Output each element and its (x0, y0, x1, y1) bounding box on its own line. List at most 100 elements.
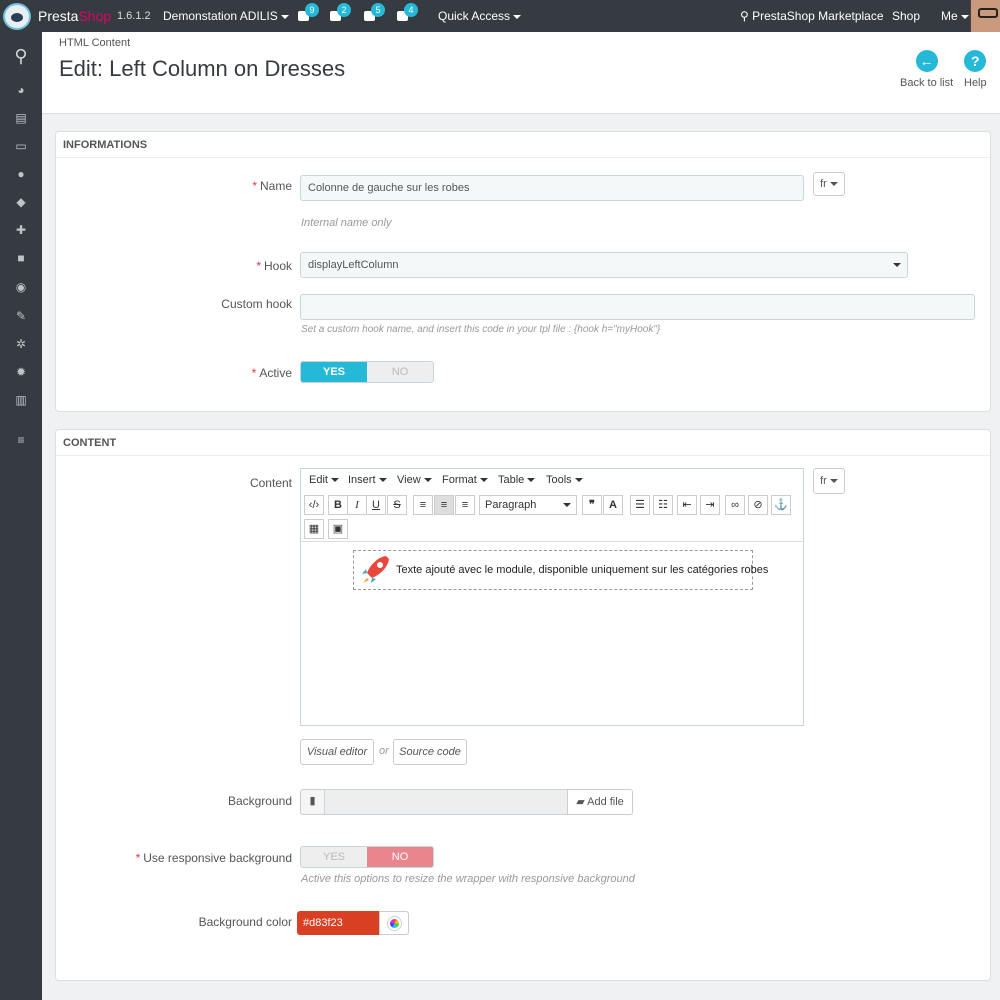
editor-menubar: Edit Insert View Format Table Tools (301, 469, 803, 493)
unlink-icon[interactable]: ⊘ (748, 495, 768, 515)
or-text: or (379, 745, 389, 757)
arrow-left-icon: ← (915, 50, 938, 72)
quick-access-menu[interactable]: Quick Access (438, 0, 522, 32)
hook-select[interactable]: displayLeftColumn (300, 252, 908, 278)
indent-icon[interactable]: ⇥ (700, 495, 720, 515)
custom-hook-field[interactable] (300, 294, 975, 320)
content-panel-title: CONTENT (56, 430, 990, 456)
menu-insert[interactable]: Insert (348, 474, 387, 486)
color-picker-button[interactable] (379, 911, 409, 935)
responsive-background-label-text: Use responsive background (143, 851, 292, 865)
source-code-button[interactable]: Source code (393, 739, 467, 765)
help-button[interactable]: ? Help (964, 50, 987, 89)
shipping-icon[interactable]: ■ (13, 252, 29, 264)
strikethrough-icon[interactable]: S (387, 495, 407, 515)
custom-hook-label: Custom hook (221, 297, 292, 311)
editor-content-area[interactable]: Texte ajouté avec le module, disponible … (301, 541, 803, 725)
marketplace-link[interactable]: ⚲ PrestaShop Marketplace (740, 0, 884, 32)
localization-icon[interactable]: ◉ (13, 281, 29, 293)
menu-icon[interactable]: ≡ (13, 434, 29, 446)
responsive-no-option[interactable]: NO (367, 847, 433, 867)
dashboard-icon[interactable]: ◕ (13, 84, 29, 96)
chevron-down-icon (378, 478, 387, 483)
avatar[interactable] (970, 0, 1000, 32)
folder-icon: ▰ (576, 796, 588, 808)
hook-label: * Hook (96, 259, 292, 273)
visual-editor-button[interactable]: Visual editor (300, 739, 374, 765)
text-color-icon[interactable]: A (603, 495, 623, 515)
italic-icon[interactable]: I (347, 495, 367, 515)
background-file-field[interactable] (324, 789, 568, 815)
brand-part1: Presta (38, 8, 79, 24)
name-help-text: Internal name only (301, 217, 392, 229)
responsive-yes-option[interactable]: YES (301, 847, 367, 867)
advanced-parameters-icon[interactable]: ✲ (13, 338, 29, 350)
chevron-down-icon (829, 479, 838, 484)
add-file-button[interactable]: ▰ Add file (567, 789, 633, 815)
responsive-background-switch[interactable]: YES NO (300, 846, 434, 868)
shop-link[interactable]: Shop (892, 0, 920, 32)
content-language-dropdown[interactable]: fr (813, 468, 845, 494)
numbered-list-icon[interactable]: ☷ (653, 495, 673, 515)
administration-icon[interactable]: ✹ (13, 366, 29, 378)
add-file-label: Add file (587, 796, 624, 808)
search-icon[interactable]: ⚲ (11, 46, 31, 66)
align-right-icon[interactable]: ≡ (455, 495, 475, 515)
video-icon[interactable]: ▦ (304, 519, 324, 539)
active-yes-option[interactable]: YES (301, 362, 367, 382)
bullet-list-icon[interactable]: ☰ (630, 495, 650, 515)
preferences-icon[interactable]: ✎ (13, 310, 29, 322)
chevron-down-icon (563, 503, 571, 507)
outdent-icon[interactable]: ⇤ (677, 495, 697, 515)
name-field[interactable]: Colonne de gauche sur les robes (300, 175, 804, 201)
menu-format[interactable]: Format (442, 474, 488, 486)
background-label: Background (227, 794, 292, 808)
catalog-icon[interactable]: ▤ (13, 112, 29, 124)
hook-value: displayLeftColumn (308, 259, 399, 271)
menu-table-label: Table (498, 474, 525, 486)
modules-icon[interactable]: ✚ (13, 224, 29, 236)
chevron-down-icon (513, 14, 522, 19)
content-panel: CONTENT Content Edit Insert View Format … (55, 429, 991, 981)
source-code-icon[interactable]: ‹/› (304, 495, 324, 515)
align-left-icon[interactable]: ≡ (413, 495, 433, 515)
anchor-icon[interactable]: ⚓ (771, 495, 791, 515)
brand-part2: Shop (78, 8, 112, 24)
menu-view[interactable]: View (397, 474, 432, 486)
align-center-icon[interactable]: ≡ (434, 495, 454, 515)
prestashop-logo-icon[interactable] (3, 3, 31, 30)
rocket-icon (362, 556, 389, 583)
shop-selector[interactable]: Demonstation ADILIS (163, 0, 289, 32)
menu-table[interactable]: Table (498, 474, 536, 486)
blockquote-icon[interactable]: ❞ (582, 495, 602, 515)
bold-icon[interactable]: B (328, 495, 348, 515)
name-language-dropdown[interactable]: fr (813, 172, 845, 196)
back-to-list-label: Back to list (900, 77, 954, 89)
paragraph-format-value: Paragraph (485, 499, 537, 511)
menu-tools[interactable]: Tools (546, 474, 583, 486)
back-to-list-button[interactable]: ← Back to list (900, 50, 953, 89)
customers-icon[interactable]: ● (13, 168, 29, 180)
breadcrumb[interactable]: HTML Content (59, 37, 130, 49)
quick-access-label: Quick Access (438, 9, 511, 23)
stats-icon[interactable]: ▥ (13, 394, 29, 406)
brand-name[interactable]: PrestaShop (38, 0, 111, 32)
active-switch[interactable]: YES NO (300, 361, 434, 383)
embedded-content-block[interactable]: Texte ajouté avec le module, disponible … (353, 550, 768, 590)
background-color-field[interactable]: #d83f23 (297, 911, 379, 935)
required-marker: * (256, 259, 261, 273)
chevron-down-icon (960, 14, 969, 19)
menu-edit[interactable]: Edit (309, 474, 339, 486)
link-icon[interactable]: ∞ (725, 495, 745, 515)
paragraph-format-select[interactable]: Paragraph (479, 495, 577, 515)
orders-icon[interactable]: ▭ (13, 140, 29, 152)
chevron-down-icon (829, 182, 838, 187)
underline-icon[interactable]: U (366, 495, 386, 515)
required-marker: * (252, 179, 257, 193)
page-title: Edit: Left Column on Dresses (59, 56, 346, 81)
price-rules-icon[interactable]: ◆ (13, 196, 29, 208)
image-icon[interactable]: ▣ (328, 519, 348, 539)
active-no-option[interactable]: NO (367, 362, 433, 382)
me-menu[interactable]: Me (941, 0, 969, 32)
customers-badge: 2 (337, 3, 351, 17)
